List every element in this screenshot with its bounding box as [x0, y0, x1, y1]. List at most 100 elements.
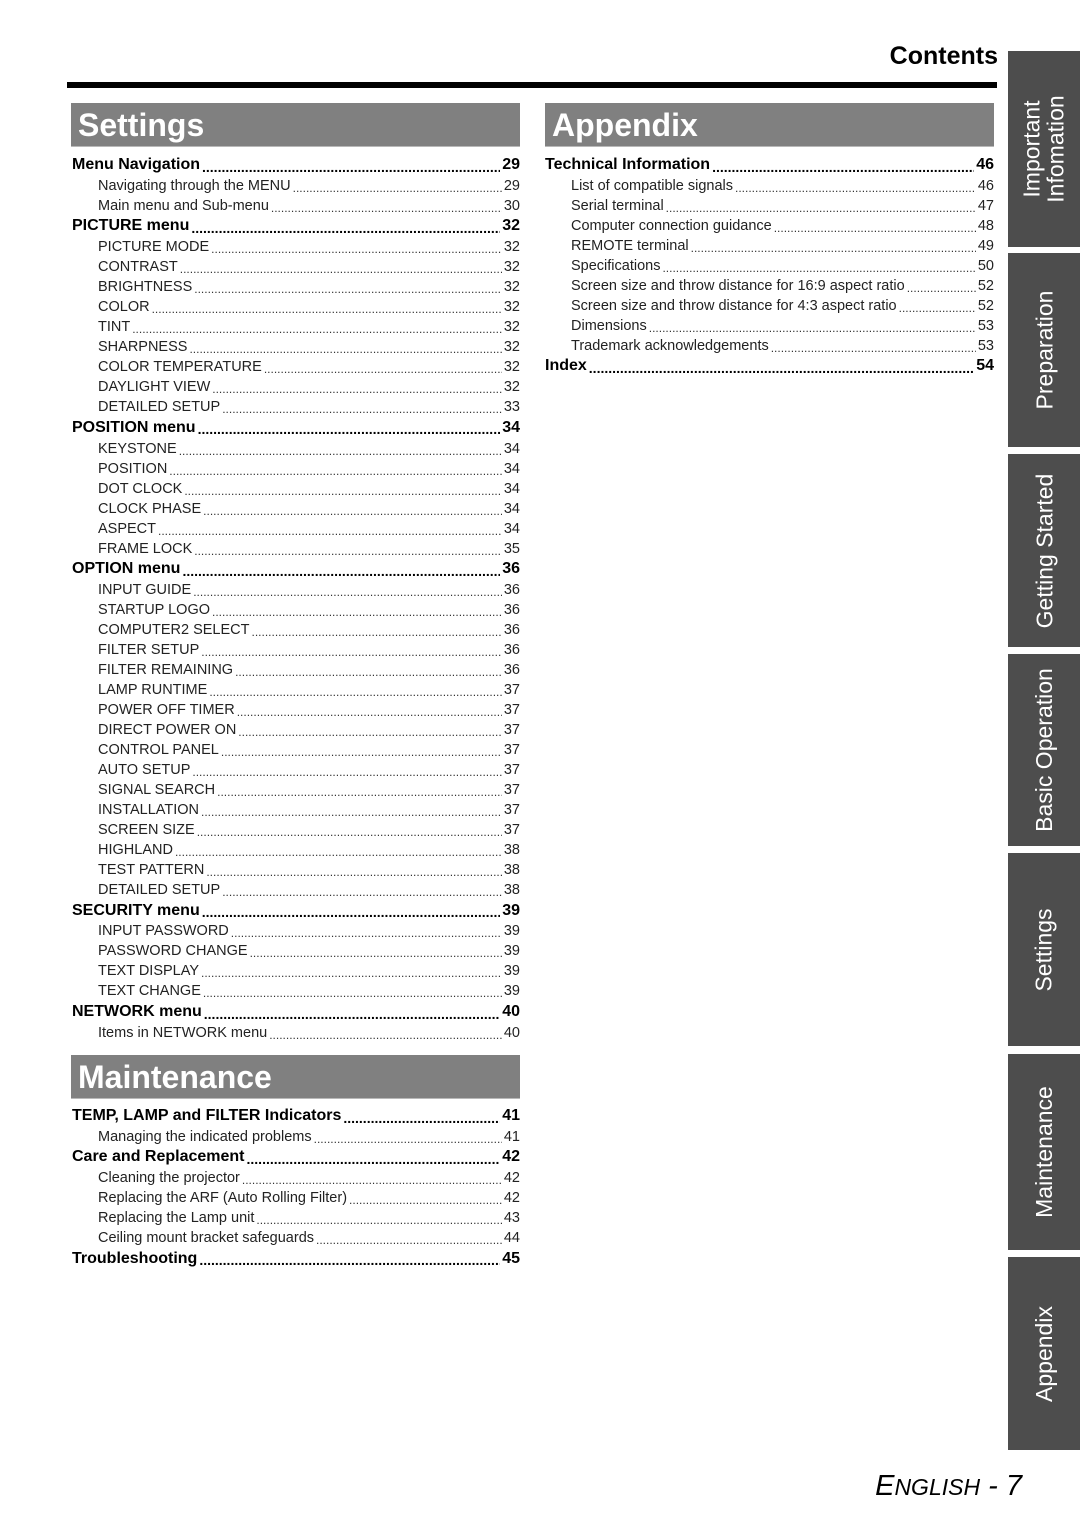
toc-page-number: 53: [977, 317, 994, 334]
toc-dot-leader: [662, 261, 975, 275]
toc-subentry[interactable]: Replacing the ARF (Auto Rolling Filter) 4…: [72, 1188, 520, 1208]
toc-dot-leader: [735, 181, 976, 195]
page-footer: ENGLISH - 7: [875, 1470, 1022, 1503]
toc-entry-label: Dimensions: [571, 317, 647, 334]
toc-entry-label: TEMP, LAMP and FILTER Indicators: [72, 1107, 342, 1124]
toc-subentry[interactable]: Screen size and throw distance for 16:9 …: [545, 276, 994, 296]
toc-subentry[interactable]: Specifications 50: [545, 256, 994, 276]
toc-page-number: 42: [503, 1170, 520, 1187]
toc-dot-leader: [774, 221, 976, 235]
tab-label: Getting Started: [1031, 473, 1058, 628]
side-tab-bar: Important Infomation Preparation Getting…: [1008, 0, 1080, 1528]
toc-page-number: 41: [503, 1128, 520, 1145]
toc-entry-label: Troubleshooting: [72, 1249, 198, 1267]
toc-entry-label: Ceiling mount bracket safeguards: [98, 1230, 315, 1247]
toc-page-number: 43: [503, 1210, 520, 1227]
toc-dot-leader: [199, 1252, 500, 1268]
toc-entry-label: Managing the indicated problems: [98, 1128, 312, 1145]
tab-getting-started[interactable]: Getting Started: [1008, 454, 1080, 647]
toc-entry-label: Trademark acknowledgements: [571, 337, 769, 354]
tab-important-information[interactable]: Important Infomation: [1008, 51, 1080, 247]
toc-page-number: 47: [977, 197, 994, 214]
toc-dot-leader: [316, 1233, 502, 1247]
toc-page-number: 41: [502, 1107, 520, 1124]
toc-chapter-entry[interactable]: Troubleshooting 45: [72, 1249, 520, 1269]
toc-dot-leader: [666, 201, 976, 215]
tab-label: Preparation: [1031, 290, 1058, 410]
tab-appendix[interactable]: Appendix: [1008, 1257, 1080, 1450]
toc-page-number: 52: [977, 297, 994, 314]
toc-page-number: 53: [977, 337, 994, 354]
tab-label-line2: Infomation: [1043, 95, 1069, 203]
tab-basic-operation[interactable]: Basic Operation: [1008, 654, 1080, 846]
toc-page-number: 42: [502, 1148, 520, 1166]
toc-entry-label: Replacing the ARF (Auto Rolling Filter): [98, 1190, 348, 1207]
toc-entry-label: Technical Information: [545, 156, 711, 173]
toc-dot-leader: [712, 159, 974, 175]
toc-chapter-entry[interactable]: Technical Information 46: [545, 155, 994, 175]
toc-page-number: 48: [977, 217, 994, 234]
tab-label: Important Infomation: [1019, 95, 1069, 203]
toc-entry-label: Screen size and throw distance for 16:9 …: [571, 277, 905, 294]
tab-label: Maintenance: [1031, 1086, 1058, 1218]
toc-subentry[interactable]: Trademark acknowledgements 53: [545, 336, 994, 356]
toc-subentry[interactable]: Ceiling mount bracket safeguards 44: [72, 1228, 520, 1248]
toc-subentry[interactable]: Screen size and throw distance for 4:3 a…: [545, 296, 994, 316]
toc-dot-leader: [771, 341, 976, 355]
maintenance-toc-list: TEMP, LAMP and FILTER Indicators41Managi…: [72, 0, 520, 1528]
toc-entry-label: Screen size and throw distance for 4:3 a…: [571, 297, 897, 314]
toc-entry-label: Index: [545, 357, 587, 375]
tab-label: Basic Operation: [1031, 668, 1058, 832]
toc-dot-leader: [899, 301, 976, 315]
appendix-toc-list: Technical Information46List of compatibl…: [545, 0, 994, 1528]
toc-subentry[interactable]: Cleaning the projector 42: [72, 1168, 520, 1188]
toc-entry-label: Cleaning the projector: [98, 1170, 240, 1187]
toc-dot-leader: [691, 241, 976, 255]
tab-label-line1: Important: [1019, 100, 1045, 198]
toc-entry-label: REMOTE terminal: [571, 237, 689, 254]
toc-page-number: 49: [977, 237, 994, 254]
footer-lang-initial: E: [875, 1470, 895, 1502]
toc-dot-leader: [247, 1151, 501, 1167]
toc-entry-label: Specifications: [571, 257, 661, 274]
toc-subentry[interactable]: Computer connection guidance 48: [545, 216, 994, 236]
toc-entry-label: Care and Replacement: [72, 1148, 245, 1166]
toc-entry-label: Replacing the Lamp unit: [98, 1210, 255, 1227]
toc-page-number: 50: [977, 257, 994, 274]
toc-page-number: 54: [976, 357, 994, 375]
toc-dot-leader: [256, 1213, 501, 1227]
toc-subentry[interactable]: REMOTE terminal 49: [545, 236, 994, 256]
toc-dot-leader: [343, 1110, 500, 1126]
toc-dot-leader: [349, 1193, 502, 1207]
tab-preparation[interactable]: Preparation: [1008, 253, 1080, 447]
toc-dot-leader: [242, 1173, 502, 1187]
toc-page-number: 45: [502, 1249, 520, 1267]
toc-page-number: 52: [977, 277, 994, 294]
toc-dot-leader: [314, 1132, 502, 1146]
toc-subentry[interactable]: Managing the indicated problems 41: [72, 1127, 520, 1147]
toc-page-number: 46: [976, 156, 994, 173]
toc-dot-leader: [589, 360, 974, 376]
footer-lang-rest: NGLISH: [894, 1474, 981, 1500]
toc-page-number: 44: [503, 1230, 520, 1247]
tab-maintenance[interactable]: Maintenance: [1008, 1054, 1080, 1250]
footer-separator: -: [980, 1470, 1006, 1502]
toc-dot-leader: [649, 321, 976, 335]
toc-chapter-entry[interactable]: TEMP, LAMP and FILTER Indicators 41: [72, 1106, 520, 1126]
toc-page-number: 46: [977, 177, 994, 194]
footer-page-number: 7: [1005, 1470, 1022, 1502]
toc-subentry[interactable]: Replacing the Lamp unit 43: [72, 1208, 520, 1228]
toc-subentry[interactable]: List of compatible signals 46: [545, 176, 994, 196]
toc-entry-label: List of compatible signals: [571, 177, 733, 194]
tab-label: Settings: [1031, 907, 1058, 992]
toc-subentry[interactable]: Serial terminal 47: [545, 196, 994, 216]
toc-entry-label: Serial terminal: [571, 197, 664, 214]
tab-label: Appendix: [1031, 1305, 1058, 1402]
toc-page-number: 42: [503, 1190, 520, 1207]
toc-subentry[interactable]: Dimensions 53: [545, 316, 994, 336]
toc-entry-label: Computer connection guidance: [571, 217, 772, 234]
toc-dot-leader: [907, 281, 976, 295]
tab-settings[interactable]: Settings: [1008, 853, 1080, 1046]
toc-chapter-entry[interactable]: Index 54: [545, 356, 994, 376]
toc-chapter-entry[interactable]: Care and Replacement 42: [72, 1147, 520, 1167]
